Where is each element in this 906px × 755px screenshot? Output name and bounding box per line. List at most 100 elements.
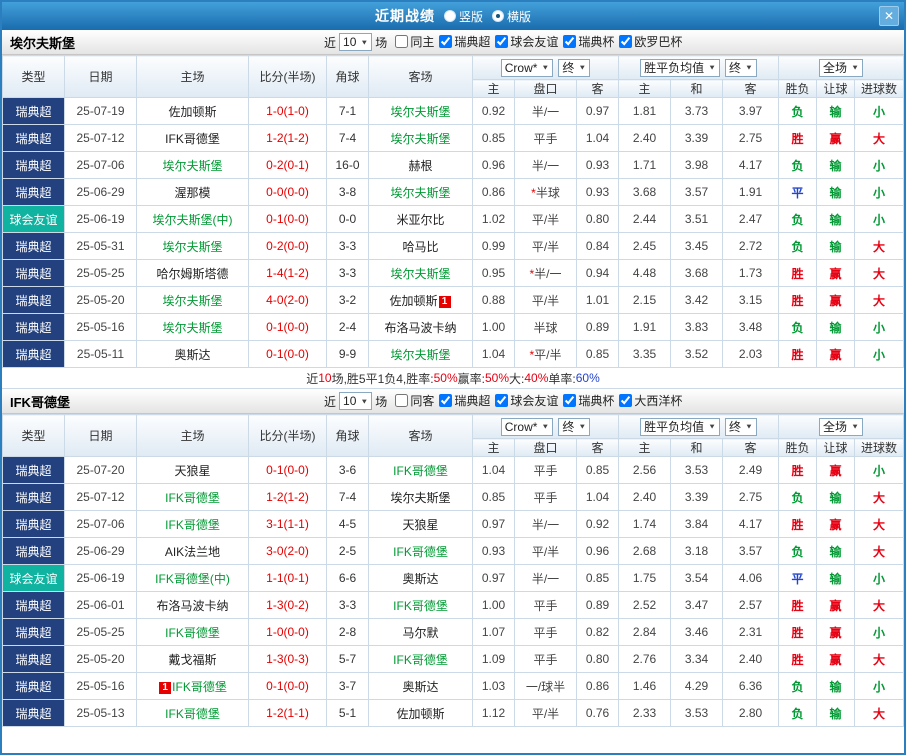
away-team-cell: 埃尔夫斯堡: [368, 97, 473, 125]
euro-home-odds: 1.74: [618, 510, 672, 538]
home-team-name[interactable]: 奥斯达: [174, 348, 210, 362]
away-team-name[interactable]: 佐加顿斯: [389, 294, 437, 308]
corner-count: 2-8: [326, 618, 369, 646]
away-team-name[interactable]: IFK哥德堡: [393, 599, 448, 613]
away-team-name[interactable]: 奥斯达: [402, 572, 438, 586]
scope-select[interactable]: 全场 ▼: [819, 417, 863, 436]
euro-away-odds: 3.15: [722, 286, 780, 314]
checkbox-input[interactable]: [395, 35, 409, 48]
euro-time-select[interactable]: 终 ▼: [725, 58, 757, 77]
filter-checkbox-瑞典超[interactable]: 瑞典超: [439, 392, 490, 409]
away-team-name[interactable]: 奥斯达: [402, 680, 438, 694]
euro-away-odds: 2.47: [722, 205, 780, 233]
asian-time-select[interactable]: 终 ▼: [558, 58, 591, 77]
bookmaker-select[interactable]: Crow* ▼: [500, 417, 554, 436]
home-team-name[interactable]: IFK哥德堡: [165, 132, 220, 146]
result-handicap: 输: [816, 483, 856, 511]
home-team-name[interactable]: 天狼星: [174, 464, 210, 478]
asian-away-odds: 0.85: [575, 340, 620, 368]
home-team-name[interactable]: 埃尔夫斯堡(中): [153, 213, 233, 227]
checkbox-input[interactable]: [495, 35, 509, 48]
euro-odds-select[interactable]: 胜平负均值 ▼: [640, 58, 721, 77]
home-team-name[interactable]: 布洛马波卡纳: [156, 599, 228, 613]
checkbox-input[interactable]: [563, 394, 577, 407]
match-count-select[interactable]: 10 ▼: [339, 33, 373, 51]
filter-checkbox-瑞典超[interactable]: 瑞典超: [439, 33, 490, 50]
asian-handicap-line: 平/半: [514, 232, 577, 260]
away-team-name[interactable]: 埃尔夫斯堡: [390, 348, 450, 362]
away-team-name[interactable]: IFK哥德堡: [393, 653, 448, 667]
match-count-select[interactable]: 10 ▼: [339, 392, 373, 410]
home-team-name[interactable]: IFK哥德堡: [165, 491, 220, 505]
euro-draw-odds: 3.53: [670, 456, 724, 484]
away-team-name[interactable]: 埃尔夫斯堡: [390, 267, 450, 281]
result-handicap: 赢: [816, 645, 856, 673]
euro-odds-select[interactable]: 胜平负均值 ▼: [640, 417, 721, 436]
filter-checkbox-瑞典杯[interactable]: 瑞典杯: [563, 33, 614, 50]
away-team-name[interactable]: 天狼星: [402, 518, 438, 532]
away-team-name[interactable]: 埃尔夫斯堡: [390, 491, 450, 505]
checkbox-input[interactable]: [439, 394, 453, 407]
checkbox-label: 瑞典杯: [578, 394, 615, 408]
checkbox-input[interactable]: [439, 35, 453, 48]
filter-checkbox-瑞典杯[interactable]: 瑞典杯: [563, 392, 614, 409]
home-team-name[interactable]: 渥那模: [174, 186, 210, 200]
checkbox-input[interactable]: [563, 35, 577, 48]
league-type-cell: 瑞典超: [2, 672, 65, 700]
home-team-name[interactable]: IFK哥德堡(中): [155, 572, 230, 586]
asian-away-odds: 0.89: [575, 313, 620, 341]
home-team-name[interactable]: 佐加顿斯: [168, 105, 216, 119]
away-team-name[interactable]: 米亚尔比: [396, 213, 444, 227]
away-team-name[interactable]: 哈马比: [402, 240, 438, 254]
filter-checkbox-大西洋杯[interactable]: 大西洋杯: [619, 392, 682, 409]
away-team-name[interactable]: 埃尔夫斯堡: [390, 105, 450, 119]
chevron-down-icon: ▼: [360, 397, 369, 405]
checkbox-input[interactable]: [619, 35, 633, 48]
home-team-name[interactable]: 戴戈福斯: [168, 653, 216, 667]
home-team-name[interactable]: IFK哥德堡: [172, 680, 227, 694]
league-type-cell: 瑞典超: [2, 178, 65, 206]
home-team-name[interactable]: AIK法兰地: [165, 545, 220, 559]
filter-checkbox-同主[interactable]: 同主: [395, 33, 434, 50]
result-goals: 小: [854, 178, 904, 206]
checkbox-input[interactable]: [395, 394, 409, 407]
away-team-name[interactable]: IFK哥德堡: [393, 464, 448, 478]
checkbox-label: 球会友谊: [510, 394, 559, 408]
result-goals: 小: [854, 618, 904, 646]
home-team-name[interactable]: 哈尔姆斯塔德: [156, 267, 228, 281]
filter-checkbox-球会友谊[interactable]: 球会友谊: [495, 33, 558, 50]
checkbox-input[interactable]: [619, 394, 633, 407]
home-team-name[interactable]: IFK哥德堡: [165, 707, 220, 721]
home-team-name[interactable]: 埃尔夫斯堡: [162, 321, 222, 335]
away-team-name[interactable]: 埃尔夫斯堡: [390, 186, 450, 200]
away-team-name[interactable]: 布洛马波卡纳: [384, 321, 456, 335]
home-team-name[interactable]: IFK哥德堡: [165, 626, 220, 640]
away-team-name[interactable]: IFK哥德堡: [393, 545, 448, 559]
asian-handicap-line: 一/球半: [514, 672, 577, 700]
away-team-name[interactable]: 埃尔夫斯堡: [390, 132, 450, 146]
away-team-name[interactable]: 马尔默: [402, 626, 438, 640]
close-icon[interactable]: ✕: [879, 6, 899, 26]
home-team-name[interactable]: IFK哥德堡: [165, 518, 220, 532]
bookmaker-select[interactable]: Crow* ▼: [500, 58, 554, 77]
home-team-name[interactable]: 埃尔夫斯堡: [162, 240, 222, 254]
asian-away-odds: 0.93: [575, 178, 620, 206]
filter-checkbox-同客[interactable]: 同客: [395, 392, 434, 409]
home-team-name[interactable]: 埃尔夫斯堡: [162, 159, 222, 173]
match-score: 0-1(0-0): [248, 313, 327, 341]
home-team-name[interactable]: 埃尔夫斯堡: [162, 294, 222, 308]
euro-time-select[interactable]: 终 ▼: [725, 417, 757, 436]
euro-away-odds: 2.03: [722, 340, 780, 368]
checkbox-input[interactable]: [495, 394, 509, 407]
away-team-name[interactable]: 赫根: [408, 159, 432, 173]
radio-label: 竖版: [458, 9, 483, 24]
away-team-name[interactable]: 佐加顿斯: [396, 707, 444, 721]
filter-checkbox-球会友谊[interactable]: 球会友谊: [495, 392, 558, 409]
scope-select[interactable]: 全场 ▼: [819, 58, 863, 77]
layout-option-vertical[interactable]: 竖版: [443, 8, 483, 25]
chevron-down-icon: ▼: [708, 422, 717, 431]
layout-option-horizontal[interactable]: 横版: [492, 8, 531, 25]
euro-draw-odds: 3.53: [670, 699, 724, 727]
filter-checkbox-欧罗巴杯[interactable]: 欧罗巴杯: [619, 33, 682, 50]
asian-time-select[interactable]: 终 ▼: [558, 417, 591, 436]
